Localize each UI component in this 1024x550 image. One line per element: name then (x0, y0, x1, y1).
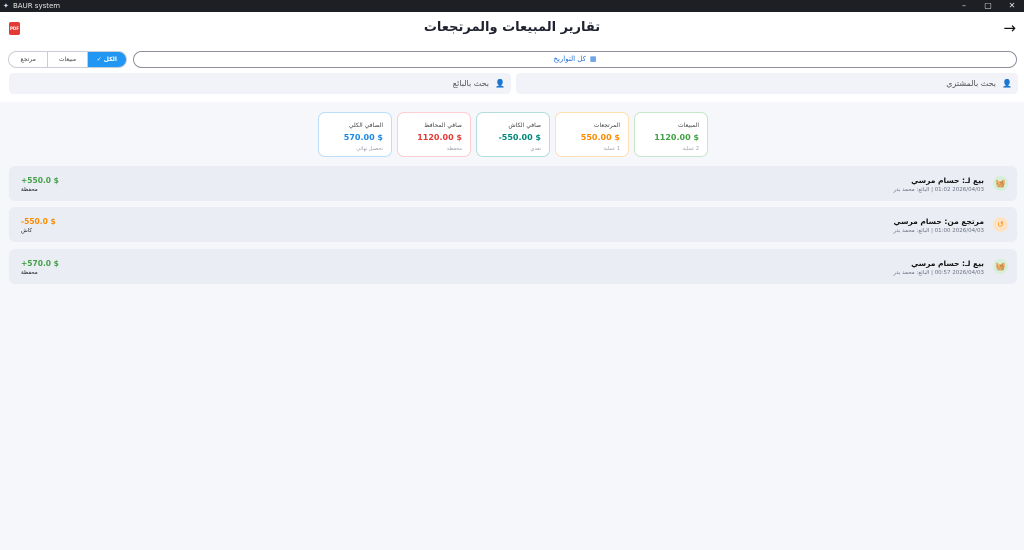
stat-card-returns: المرتجعات 550.00 $ 1 عملية (555, 112, 629, 157)
app-header: PDF تقارير المبيعات والمرتجعات → (0, 12, 1024, 46)
stat-sub: محفظة (446, 146, 462, 152)
customer-search-box: 👤 (516, 73, 1018, 94)
minimize-button[interactable]: – (952, 0, 976, 12)
filter-returns-button[interactable]: مرتجع (9, 52, 49, 67)
stat-sub: 1 عملية (603, 146, 621, 152)
stat-sub: تحصيل نهائي (356, 146, 383, 152)
transaction-method: محفظة (21, 187, 38, 193)
date-range-button[interactable]: ▦كل التواريخ (133, 51, 1017, 68)
seller-search-box: 👤 (9, 73, 511, 94)
transaction-method: محفظة (21, 270, 38, 276)
window-title: BAUR system (13, 2, 61, 10)
transaction-meta: 2026/04/03 01:00 | البائع: محمد بدر (893, 228, 984, 234)
transaction-title: مرتجع من: حسام مرسي (893, 217, 984, 226)
stat-label: المبيعات (678, 122, 699, 129)
type-filter-segmented: مرتجع مبيعات ✓ الكل (8, 51, 127, 68)
stat-value: -550.00 $ (498, 133, 541, 142)
maximize-button[interactable]: ▢ (976, 0, 1000, 12)
transaction-item[interactable]: 🧺 بيع لـ: حسام مرسي 2026/04/03 01:02 | ا… (9, 166, 1017, 201)
calendar-icon: ▦ (589, 55, 597, 63)
transaction-item[interactable]: ↺ مرتجع من: حسام مرسي 2026/04/03 01:00 |… (9, 207, 1017, 242)
transaction-amount: -550.0 $ (21, 217, 56, 226)
person-icon: 👤 (1002, 79, 1012, 88)
transaction-method: كاش (21, 228, 33, 234)
stat-value: 1120.00 $ (417, 133, 462, 142)
filter-all-label: الكل (103, 56, 117, 63)
stat-label: صافي الكاش (508, 122, 541, 129)
app-logo-icon: ✦ (3, 2, 9, 10)
transaction-meta: 2026/04/03 01:02 | البائع: محمد بدر (893, 187, 984, 193)
customer-search-input[interactable] (796, 76, 996, 91)
transaction-title: بيع لـ: حسام مرسي (911, 259, 984, 268)
stat-value: 550.00 $ (580, 133, 620, 142)
check-icon: ✓ (96, 56, 102, 63)
close-button[interactable]: ✕ (1000, 0, 1024, 12)
filter-sales-button[interactable]: مبيعات (48, 52, 88, 67)
stat-card-sales: المبيعات 1120.00 $ 2 عملية (634, 112, 708, 157)
person-icon: 👤 (495, 79, 505, 88)
basket-icon: 🧺 (993, 259, 1008, 274)
transaction-title: بيع لـ: حسام مرسي (911, 176, 984, 185)
filter-sales-label: مبيعات (58, 56, 77, 63)
page-title: تقارير المبيعات والمرتجعات (423, 20, 601, 35)
stat-label: المرتجعات (593, 122, 620, 129)
filter-all-button[interactable]: ✓ الكل (87, 52, 126, 67)
date-range-label: كل التواريخ (553, 55, 586, 63)
return-icon: ↺ (993, 217, 1008, 232)
transaction-meta: 2026/04/03 00:57 | البائع: محمد بدر (893, 270, 984, 276)
stat-label: صافي المحافظ (424, 122, 462, 129)
stat-sub: نقدي (530, 146, 541, 152)
basket-icon: 🧺 (993, 176, 1008, 191)
filter-returns-label: مرتجع (20, 56, 36, 63)
stat-card-net-cash: صافي الكاش -550.00 $ نقدي (476, 112, 550, 157)
back-arrow-icon[interactable]: → (1003, 19, 1016, 37)
stat-value: 570.00 $ (343, 133, 383, 142)
stat-label: الصافي الكلي (348, 122, 383, 129)
seller-search-input[interactable] (289, 76, 489, 91)
transaction-amount: +570.0 $ (21, 259, 59, 268)
stat-sub: 2 عملية (682, 146, 700, 152)
transaction-amount: +550.0 $ (21, 176, 59, 185)
filters-panel: مرتجع مبيعات ✓ الكل ▦كل التواريخ 👤 👤 (0, 46, 1024, 102)
stat-value: 1120.00 $ (654, 133, 699, 142)
transaction-item[interactable]: 🧺 بيع لـ: حسام مرسي 2026/04/03 00:57 | ا… (9, 249, 1017, 284)
stat-card-net-total: الصافي الكلي 570.00 $ تحصيل نهائي (318, 112, 392, 157)
stat-card-net-wallet: صافي المحافظ 1120.00 $ محفظة (397, 112, 471, 157)
window-titlebar: ✦ BAUR system – ▢ ✕ (0, 0, 1024, 12)
